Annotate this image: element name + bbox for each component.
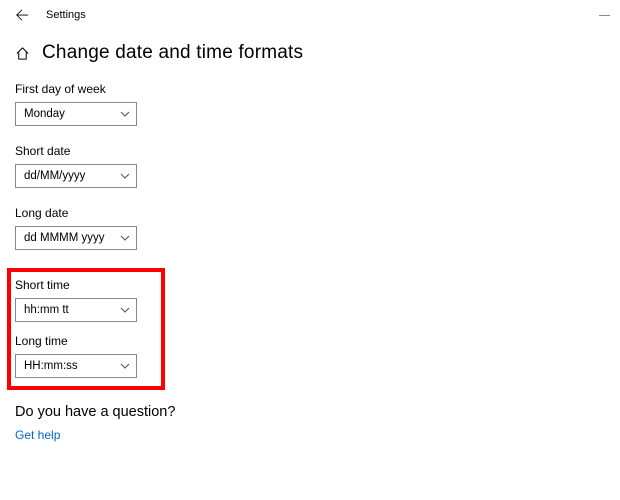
field-long-time: Long time HH:mm:ss	[15, 334, 153, 378]
get-help-link[interactable]: Get help	[15, 428, 620, 442]
short-time-value: hh:mm tt	[24, 304, 69, 316]
chevron-down-icon	[120, 235, 130, 241]
long-date-dropdown[interactable]: dd MMMM yyyy	[15, 226, 137, 250]
question-heading: Do you have a question?	[15, 404, 620, 420]
first-day-label: First day of week	[15, 82, 620, 96]
first-day-dropdown[interactable]: Monday	[15, 102, 137, 126]
page-title: Change date and time formats	[42, 42, 303, 64]
app-title: Settings	[46, 9, 86, 21]
short-date-value: dd/MM/yyyy	[24, 170, 85, 182]
minimize-icon	[599, 10, 610, 21]
page-header: Change date and time formats	[14, 42, 620, 64]
short-date-dropdown[interactable]: dd/MM/yyyy	[15, 164, 137, 188]
highlight-annotation: Short time hh:mm tt Long time HH:mm:ss	[7, 268, 165, 390]
chevron-down-icon	[120, 363, 130, 369]
field-short-time: Short time hh:mm tt	[15, 278, 153, 322]
long-time-value: HH:mm:ss	[24, 360, 78, 372]
titlebar: Settings	[0, 0, 620, 30]
long-time-dropdown[interactable]: HH:mm:ss	[15, 354, 137, 378]
minimize-button[interactable]	[599, 8, 610, 24]
home-icon-svg	[15, 46, 30, 61]
long-time-label: Long time	[15, 334, 153, 348]
home-icon[interactable]	[14, 45, 30, 61]
short-date-label: Short date	[15, 144, 620, 158]
long-date-value: dd MMMM yyyy	[24, 232, 105, 244]
short-time-dropdown[interactable]: hh:mm tt	[15, 298, 137, 322]
form-area: First day of week Monday Short date dd/M…	[0, 82, 620, 442]
back-button[interactable]	[8, 1, 36, 29]
field-short-date: Short date dd/MM/yyyy	[15, 144, 620, 188]
arrow-left-icon	[15, 8, 29, 22]
field-long-date: Long date dd MMMM yyyy	[15, 206, 620, 250]
chevron-down-icon	[120, 111, 130, 117]
chevron-down-icon	[120, 307, 130, 313]
field-first-day: First day of week Monday	[15, 82, 620, 126]
first-day-value: Monday	[24, 108, 65, 120]
long-date-label: Long date	[15, 206, 620, 220]
chevron-down-icon	[120, 173, 130, 179]
short-time-label: Short time	[15, 278, 153, 292]
